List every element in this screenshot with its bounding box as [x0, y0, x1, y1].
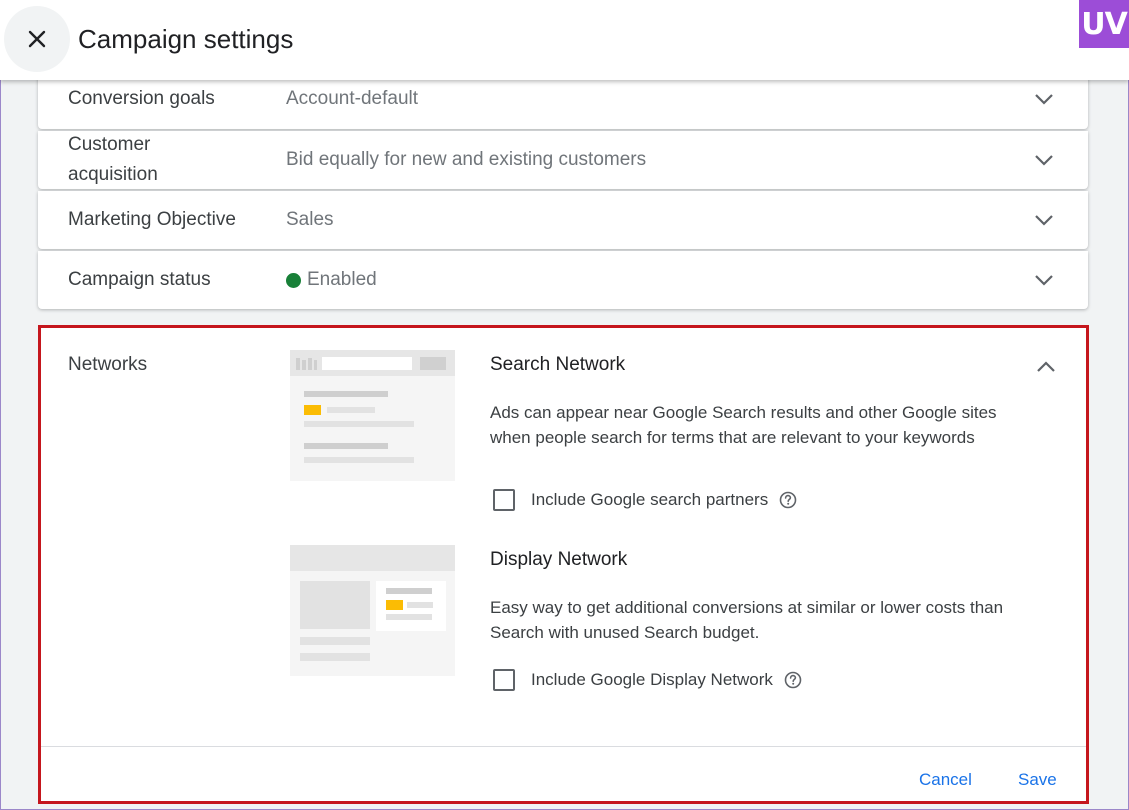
row-label: Marketing Objective — [68, 209, 236, 230]
row-campaign-status[interactable]: Campaign status Enabled — [38, 251, 1088, 309]
chevron-down-icon[interactable] — [1032, 87, 1056, 111]
chevron-up-icon[interactable] — [1034, 355, 1058, 379]
row-customer-acquisition[interactable]: Customer acquisition Bid equally for new… — [38, 131, 1088, 189]
chevron-down-icon[interactable] — [1032, 208, 1056, 232]
search-partners-label: Include Google search partners — [531, 490, 769, 509]
display-network-title: Display Network — [490, 549, 628, 570]
chevron-down-icon[interactable] — [1032, 268, 1056, 292]
row-label: Conversion goals — [68, 88, 215, 109]
save-button[interactable]: Save — [1018, 770, 1057, 790]
top-bar: Campaign settings UV — [0, 0, 1129, 80]
help-icon[interactable] — [778, 490, 798, 510]
search-partners-option[interactable]: Include Google search partners — [493, 489, 798, 511]
close-icon — [28, 30, 46, 48]
page-title: Campaign settings — [78, 24, 294, 54]
close-button[interactable] — [4, 6, 70, 72]
networks-label: Networks — [68, 354, 148, 375]
display-network-option[interactable]: Include Google Display Network — [493, 669, 803, 691]
status-text: Enabled — [307, 269, 377, 290]
row-value: Sales — [286, 209, 334, 230]
row-conversion-goals[interactable]: Conversion goals Account-default — [38, 72, 1088, 129]
cancel-button[interactable]: Cancel — [919, 770, 972, 790]
row-value: Account-default — [286, 88, 419, 109]
search-partners-checkbox[interactable] — [493, 489, 515, 511]
display-network-illustration — [290, 545, 455, 676]
row-value: Enabled — [286, 269, 377, 291]
chevron-down-icon[interactable] — [1032, 148, 1056, 172]
search-network-title: Search Network — [490, 354, 626, 375]
footer-divider — [41, 746, 1086, 747]
row-label: Campaign status — [68, 269, 211, 290]
help-icon[interactable] — [783, 670, 803, 690]
status-dot — [286, 272, 301, 288]
row-marketing-objective[interactable]: Marketing Objective Sales — [38, 191, 1088, 249]
search-network-illustration — [290, 350, 455, 481]
row-label: Customer acquisition — [68, 134, 158, 185]
display-network-description: Easy way to get additional conversions a… — [490, 598, 1004, 642]
display-network-label: Include Google Display Network — [531, 670, 773, 689]
search-network-description: Ads can appear near Google Search result… — [490, 403, 997, 447]
networks-panel: Networks Search Network Ads can appear n… — [38, 325, 1089, 804]
row-value: Bid equally for new and existing custome… — [286, 149, 647, 170]
display-network-checkbox[interactable] — [493, 669, 515, 691]
uv-logo: UV — [1079, 0, 1129, 48]
